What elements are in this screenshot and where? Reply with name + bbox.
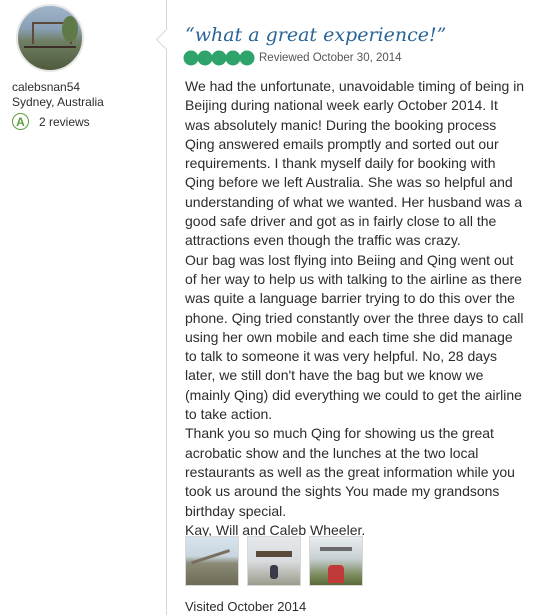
gate-photo[interactable] [309, 536, 363, 586]
rating-bubble-icon [241, 52, 253, 64]
review-paragraph: Our bag was lost flying into Beiing and … [185, 251, 524, 423]
avatar[interactable] [16, 4, 84, 72]
reviewer-username[interactable]: calebsnan54 [12, 80, 80, 94]
rating-bubbles [185, 52, 253, 64]
review-paragraph: Thank you so much Qing for showing us th… [185, 425, 515, 519]
rating-bubble-icon [213, 52, 225, 64]
reviewer-location: Sydney, Australia [12, 95, 104, 109]
reviewer-profile: calebsnan54 Sydney, Australia A 2 review… [0, 0, 160, 615]
review-title[interactable]: “what a great experience!” [185, 24, 446, 46]
review-paragraph: We had the unfortunate, unavoidable timi… [185, 78, 525, 249]
rating-bubble-icon [185, 52, 197, 64]
review-photos [185, 536, 363, 586]
rating-bubble-icon [227, 52, 239, 64]
visited-date: Visited October 2014 [185, 599, 307, 614]
rating-bubble-icon [199, 52, 211, 64]
reviews-count-label: 2 reviews [39, 114, 90, 129]
great-wall-photo[interactable] [185, 536, 239, 586]
avatar-photo-rail [24, 46, 76, 48]
reviewer-reviews-count[interactable]: A 2 reviews [12, 113, 90, 130]
avatar-photo-tree [62, 16, 78, 42]
review-body: We had the unfortunate, unavoidable timi… [185, 77, 525, 540]
review-card: “what a great experience!” Reviewed Octo… [155, 0, 544, 615]
reviewer-badge-icon: A [12, 113, 29, 130]
review-rating-row: Reviewed October 30, 2014 [185, 52, 402, 64]
pagoda-photo[interactable] [247, 536, 301, 586]
review-date: Reviewed October 30, 2014 [259, 52, 402, 64]
